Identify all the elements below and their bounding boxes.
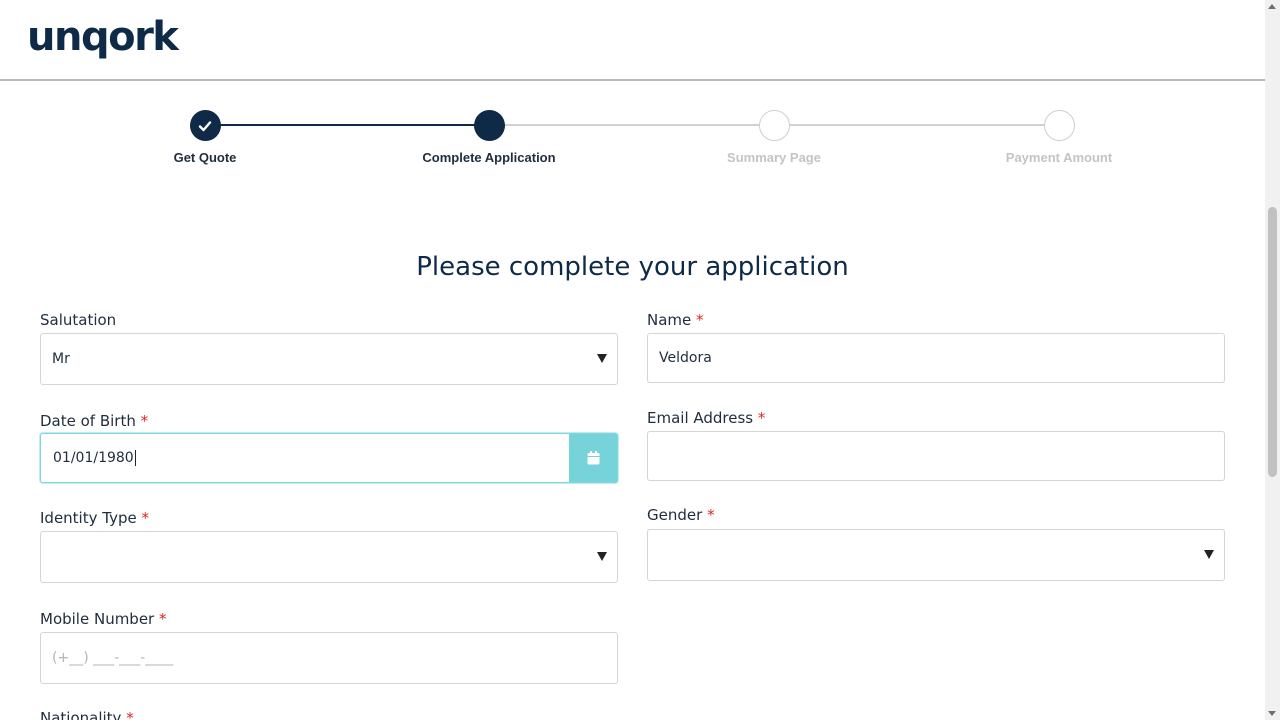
caret-down-icon <box>597 552 607 561</box>
required-marker: * <box>707 506 715 524</box>
required-marker: * <box>757 409 766 427</box>
page-title: Please complete your application <box>416 252 849 282</box>
dob-label: Date of Birth * <box>40 412 149 430</box>
step-label: Get Quote <box>173 150 237 165</box>
identity-type-label: Identity Type * <box>40 509 149 527</box>
app-header: unqork <box>0 0 1265 81</box>
gender-label: Gender * <box>647 506 715 524</box>
mobile-label: Mobile Number * <box>40 610 167 628</box>
salutation-label: Salutation <box>40 311 117 329</box>
email-label: Email Address * <box>647 409 766 427</box>
salutation-value: Mr <box>52 351 70 367</box>
mobile-input[interactable]: (+__) ___-___-____ <box>40 632 618 684</box>
dob-input[interactable]: 01/01/1980 <box>40 433 618 483</box>
name-input[interactable]: Veldora <box>647 333 1225 383</box>
identity-type-select[interactable] <box>40 531 618 583</box>
step-label: Summary Page <box>727 150 821 165</box>
required-marker: * <box>696 311 704 329</box>
salutation-select[interactable]: Mr <box>40 333 618 385</box>
required-marker: * <box>126 709 134 720</box>
text-cursor <box>134 450 136 466</box>
check-icon <box>198 120 212 131</box>
scroll-up-icon[interactable] <box>1268 4 1276 9</box>
scroll-thumb[interactable] <box>1268 207 1277 477</box>
caret-down-icon <box>1204 550 1214 559</box>
name-value: Veldora <box>659 350 712 366</box>
scroll-down-icon[interactable] <box>1268 711 1276 716</box>
name-label: Name * <box>647 311 704 329</box>
calendar-icon <box>587 451 599 465</box>
nationality-label: Nationality * <box>40 709 134 720</box>
step-active-circle <box>473 110 505 141</box>
page-scrollbar[interactable] <box>1265 0 1280 720</box>
step-get-quote[interactable]: Get Quote <box>105 110 305 165</box>
required-marker: * <box>141 509 150 527</box>
calendar-button[interactable] <box>569 434 617 482</box>
step-todo-circle <box>758 110 790 141</box>
dob-value: 01/01/1980 <box>53 450 134 466</box>
gender-select[interactable] <box>647 529 1225 581</box>
step-done-circle <box>189 110 221 141</box>
required-marker: * <box>159 610 167 628</box>
step-todo-circle <box>1043 110 1075 141</box>
email-input[interactable] <box>647 431 1225 481</box>
required-marker: * <box>140 412 149 430</box>
unqork-logo[interactable]: unqork <box>27 14 179 60</box>
step-label: Complete Application <box>422 150 556 165</box>
caret-down-icon <box>597 354 607 363</box>
step-complete-application[interactable]: Complete Application <box>389 110 589 165</box>
step-label: Payment Amount <box>1005 150 1113 165</box>
step-payment-amount[interactable]: Payment Amount <box>959 110 1159 165</box>
mobile-placeholder: (+__) ___-___-____ <box>52 650 174 666</box>
step-summary-page[interactable]: Summary Page <box>674 110 874 165</box>
